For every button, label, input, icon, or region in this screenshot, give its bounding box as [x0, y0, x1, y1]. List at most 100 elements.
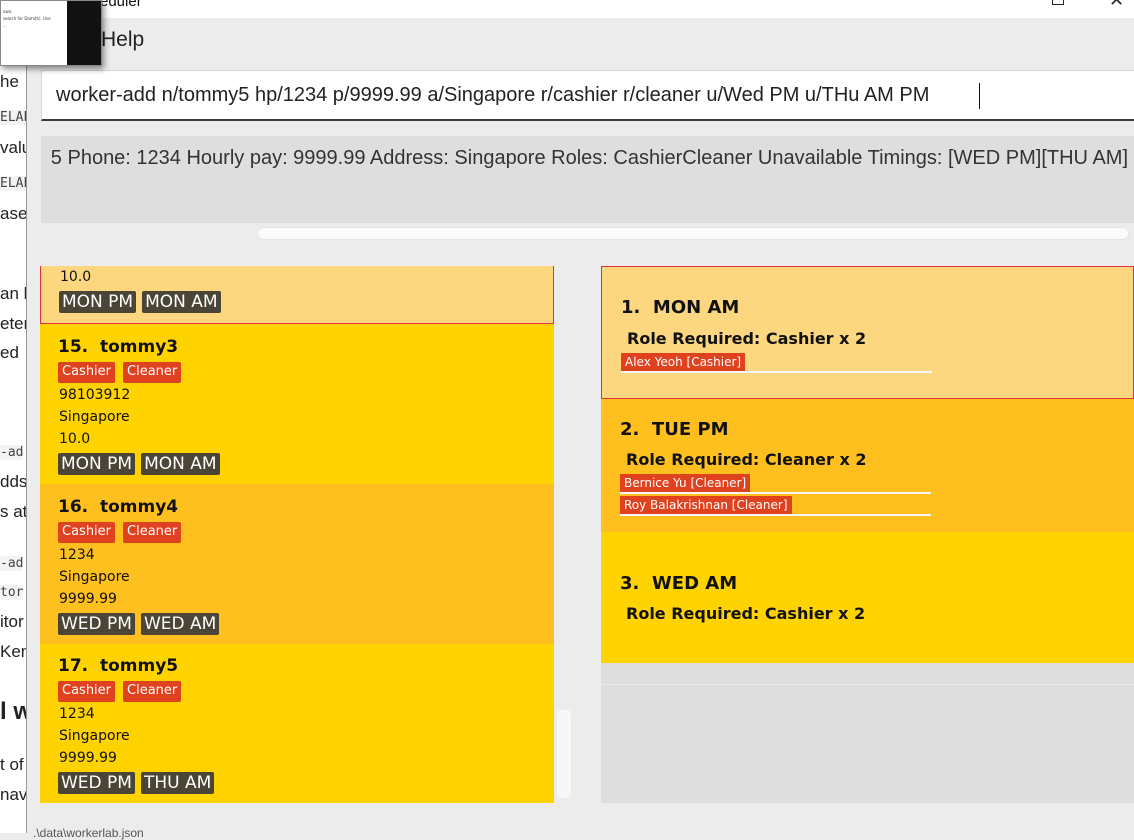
role-tag: Cleaner [123, 522, 182, 543]
result-scrollbar-thumb[interactable] [257, 227, 1129, 240]
timing-tag: MON PM [58, 453, 136, 475]
shift-name-text: WED AM [651, 573, 738, 594]
bg-text-line: he [0, 72, 19, 91]
shift-role-required: Role Required: Cashier x 2 [626, 604, 866, 623]
bg-code-line: tor [0, 585, 24, 600]
status-text: .\data\workerlab.json [33, 826, 144, 840]
window-title: eduler [100, 0, 142, 10]
timing-tag: THU AM [140, 772, 215, 794]
worker-name-text: tommy3 [99, 337, 179, 357]
worker-roles: Cashier Cleaner [58, 362, 182, 383]
assigned-worker-row: Alex Yeoh [Cashier] [621, 351, 932, 373]
worker-name: 15. tommy3 [58, 337, 178, 357]
worker-name-text: tommy4 [99, 497, 179, 517]
menu-bar: Help [27, 18, 1134, 62]
assigned-worker-tag: Roy Balakrishnan [Cleaner] [620, 496, 792, 514]
worker-pay: 10.0 [59, 431, 91, 447]
shift-name-text: MON AM [652, 297, 740, 318]
bg-text-line: ed [0, 343, 19, 362]
thumbnail-text-line: ... [3, 23, 7, 28]
worker-index: 16. [58, 497, 89, 517]
worker-index: 17. [58, 656, 89, 676]
shift-card[interactable]: 2. TUE PM Role Required: Cleaner x 2 Ber… [601, 399, 1134, 532]
bg-text-line: asel [0, 204, 27, 223]
bg-code-line: ELAE [0, 110, 26, 125]
command-box [41, 70, 1134, 121]
shift-name: 1. MON AM [621, 297, 739, 318]
bg-text-line: itor [0, 612, 24, 631]
shift-card[interactable]: 1. MON AM Role Required: Cashier x 2 Ale… [601, 266, 1134, 399]
timing-tag: WED PM [58, 613, 135, 635]
bg-text-line: an b [0, 284, 26, 303]
bg-text-line: nav [0, 785, 27, 804]
worker-index: 15. [58, 337, 89, 357]
worker-roles: Cashier Cleaner [58, 522, 182, 543]
shift-index: 2. [620, 419, 640, 440]
timing-tag: MON PM [59, 291, 137, 313]
shift-index: 1. [621, 297, 641, 318]
result-text: 5 Phone: 1234 Hourly pay: 9999.99 Addres… [50, 147, 1128, 169]
bg-text-line: valu [0, 138, 26, 157]
shift-name: 3. WED AM [620, 573, 737, 594]
worker-list-scrollbar[interactable] [557, 710, 571, 798]
bg-text-line: t of [0, 755, 24, 774]
worker-phone: 1234 [59, 547, 95, 563]
worker-pay: 9999.99 [59, 591, 117, 607]
worker-card[interactable]: 15. tommy3 Cashier Cleaner 98103912 Sing… [40, 324, 554, 484]
taskbar-thumbnail-preview[interactable]: own, search for Damith). Use ... [0, 0, 102, 66]
thumbnail-text-line: own, [3, 9, 13, 14]
result-display: 5 Phone: 1234 Hourly pay: 9999.99 Addres… [41, 136, 1134, 223]
assigned-worker-row: Roy Balakrishnan [Cleaner] [620, 494, 931, 516]
shift-card[interactable]: 3. WED AM Role Required: Cashier x 2 [601, 532, 1134, 663]
shift-name: 2. TUE PM [620, 419, 728, 440]
role-tag: Cleaner [123, 681, 182, 702]
bg-heading-line: l w [0, 698, 26, 725]
bg-code-line: -ad [0, 556, 24, 571]
worker-name-text: tommy5 [99, 656, 179, 676]
status-bar: .\data\workerlab.json [27, 820, 1134, 840]
worker-card[interactable]: 16. tommy4 Cashier Cleaner 1234 Singapor… [40, 484, 554, 644]
close-icon[interactable]: ✕ [1109, 0, 1124, 11]
title-bar[interactable]: eduler ✕ [27, 0, 1134, 18]
assigned-worker-row: Bernice Yu [Cleaner] [620, 472, 931, 494]
worker-name: 17. tommy5 [58, 656, 178, 676]
assigned-worker-tag: Alex Yeoh [Cashier] [621, 353, 746, 371]
worker-phone: 98103912 [59, 387, 131, 403]
worker-address: Singapore [59, 728, 130, 744]
worker-phone: 1234 [59, 706, 95, 722]
bg-code-line: -ad [0, 445, 24, 460]
worker-pay: 10.0 [60, 269, 92, 285]
worker-roles: Cashier Cleaner [58, 681, 182, 702]
menu-help[interactable]: Help [101, 28, 144, 52]
bg-text-line: Ken [0, 642, 26, 661]
empty-row-divider [601, 684, 1134, 685]
bg-text-line: dds [0, 472, 27, 491]
shift-name-text: TUE PM [651, 419, 729, 440]
role-tag: Cashier [58, 362, 116, 383]
timing-tag: MON AM [141, 453, 220, 475]
worker-timings: MON PM MON AM [58, 453, 220, 475]
text-caret [979, 83, 980, 109]
thumbnail-text-line: search for Damith). Use [3, 16, 51, 21]
worker-card[interactable]: 17. tommy5 Cashier Cleaner 1234 Singapor… [40, 644, 554, 803]
background-document-window: he ELAE valu ELAE asel an b eter ed -ad … [0, 0, 27, 833]
maximize-icon[interactable] [1052, 0, 1064, 5]
bg-text-line: s at [0, 502, 27, 521]
worker-pay: 9999.99 [59, 750, 117, 766]
worker-address: Singapore [59, 409, 130, 425]
worker-timings: WED PM THU AM [58, 772, 215, 794]
timing-tag: WED AM [140, 613, 220, 635]
command-input[interactable] [42, 71, 1122, 119]
timing-tag: MON AM [142, 291, 221, 313]
worker-timings: WED PM WED AM [58, 613, 220, 635]
result-scrollbar[interactable] [41, 225, 1134, 241]
worker-timings: MON PM MON AM [59, 291, 221, 313]
role-tag: Cashier [58, 522, 116, 543]
role-tag: Cleaner [123, 362, 182, 383]
worker-card[interactable]: 10.0 MON PM MON AM [40, 266, 554, 324]
app-window: eduler ✕ Help 5 Phone: 1234 Hourly pay: … [27, 0, 1134, 840]
worker-name: 16. tommy4 [58, 497, 178, 517]
shift-index: 3. [620, 573, 640, 594]
bg-code-line: ELAE [0, 176, 26, 191]
worker-address: Singapore [59, 569, 130, 585]
